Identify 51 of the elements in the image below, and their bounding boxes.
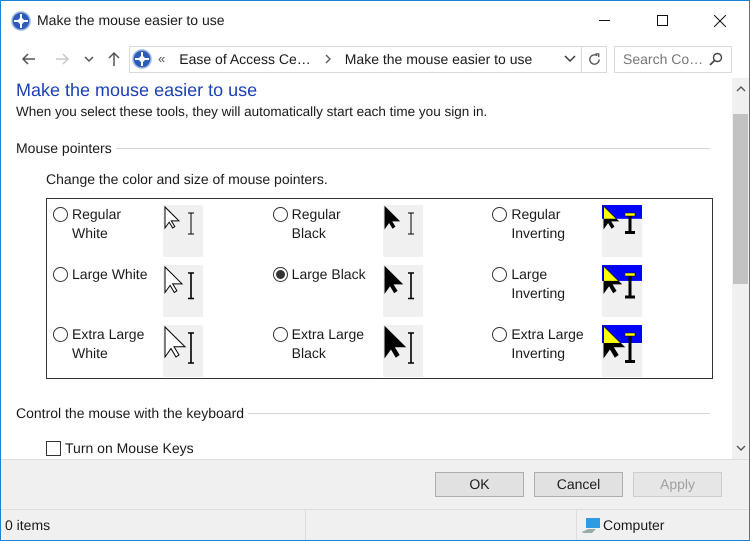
forward-arrow-icon <box>54 51 70 67</box>
app-icon <box>132 49 152 69</box>
scroll-up-icon[interactable] <box>736 86 746 92</box>
dropdown-caret-icon[interactable] <box>564 55 576 63</box>
radio-button[interactable] <box>53 326 68 342</box>
up-arrow-icon <box>106 51 122 67</box>
scrollbar[interactable] <box>732 78 749 459</box>
intro-text: When you select these tools, they will automatically start each time you sign in. <box>16 103 488 121</box>
pointer-scheme-option[interactable]: Extra Large White <box>53 324 163 377</box>
page-heading: Make the mouse easier to use <box>16 79 258 101</box>
pointer-scheme-option[interactable]: Regular Black <box>272 205 383 258</box>
radio-button[interactable] <box>492 266 508 282</box>
pointer-scheme-option[interactable]: Regular White <box>53 205 163 258</box>
section-title: Mouse pointers <box>16 139 112 158</box>
pointer-scheme-option[interactable]: Extra Large Black <box>272 324 383 377</box>
pointer-scheme-option[interactable]: Large Inverting <box>492 264 602 317</box>
pointer-scheme-option[interactable]: Extra Large Inverting <box>492 324 602 377</box>
app-icon <box>11 10 31 30</box>
pointer-scheme-option[interactable]: Large White <box>53 264 163 317</box>
radio-button[interactable] <box>53 207 68 222</box>
instruction-text: Change the color and size of mouse pointers. <box>46 170 329 190</box>
radio-button[interactable] <box>492 326 508 342</box>
breadcrumb[interactable]: Ease of Access Ce… <box>179 48 311 70</box>
radio-button[interactable] <box>272 207 288 222</box>
scrollbar-thumb[interactable] <box>733 114 748 284</box>
pointer-scheme-option[interactable]: Large Black <box>272 264 383 317</box>
item-count: 0 items <box>4 516 52 534</box>
search-field[interactable]: Search Co… <box>614 46 732 72</box>
computer-icon <box>581 516 601 534</box>
radio-button[interactable] <box>492 207 508 222</box>
pointer-scheme-option[interactable]: Regular Inverting <box>492 205 602 258</box>
section-title: Control the mouse with the keyboard <box>16 404 244 424</box>
minimize-icon <box>598 20 610 21</box>
breadcrumb[interactable]: Make the mouse easier to use <box>344 48 532 70</box>
radio-button[interactable] <box>272 266 288 282</box>
close-icon <box>714 14 726 26</box>
chevron-right-icon[interactable] <box>324 54 331 64</box>
scroll-down-icon[interactable] <box>736 445 746 451</box>
window-title: Make the mouse easier to use <box>37 11 225 30</box>
radio-button[interactable] <box>53 266 68 282</box>
refresh-icon <box>586 52 602 66</box>
search-icon <box>709 52 723 66</box>
overflow-chevrons[interactable]: « <box>158 49 166 69</box>
dialog-button[interactable]: Cancel <box>534 472 623 497</box>
radio-button[interactable] <box>272 326 288 342</box>
mouse-keys-checkbox[interactable]: Turn on Mouse Keys <box>46 438 710 459</box>
address-bar[interactable]: « Ease of Access Ce… Make the mouse easier to use <box>129 46 607 72</box>
location-label: Computer <box>603 516 664 535</box>
back-arrow-icon <box>21 51 37 67</box>
maximize-icon <box>656 15 668 26</box>
dialog-button[interactable]: OK <box>435 472 524 497</box>
